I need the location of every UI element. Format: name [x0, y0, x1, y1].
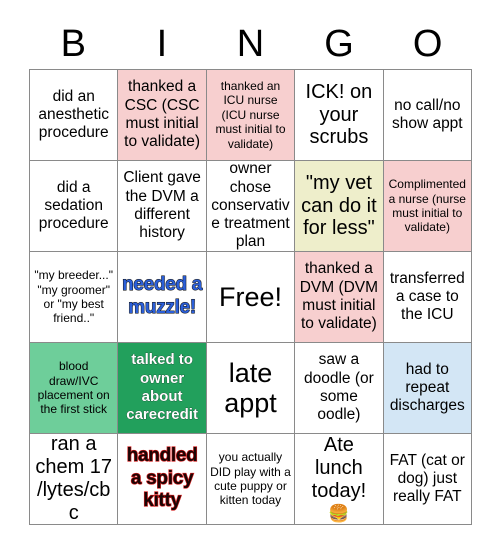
bingo-cell-r4c5[interactable]: had to repeat discharges — [383, 343, 472, 434]
header-letter-o: O — [412, 23, 443, 65]
bingo-cell-text: did an anesthetic procedure — [38, 87, 110, 142]
bingo-cell-r5c3[interactable]: you actually DID play with a cute puppy … — [206, 434, 296, 525]
header-letter-i: I — [156, 23, 168, 65]
bingo-grid: did an anesthetic procedure thanked a CSC… — [29, 69, 472, 525]
bingo-cell-text: thanked a DVM (DVM must initial to valid… — [299, 260, 379, 333]
bingo-cell-r5c5[interactable]: FAT (cat or dog) just really FAT — [383, 434, 472, 525]
bingo-cell-r4c1[interactable]: blood draw/IVC placement on the first st… — [30, 343, 119, 434]
bingo-cell-r2c1[interactable]: did a sedation procedure — [30, 161, 119, 252]
bingo-cell-text: thanked an ICU nurse (ICU nurse must ini… — [215, 79, 286, 151]
bingo-cell-r3c4[interactable]: thanked a DVM (DVM must initial to valid… — [295, 252, 384, 343]
bingo-cell-r1c1[interactable]: did an anesthetic procedure — [30, 70, 119, 161]
bingo-cell-text: "my breeder..." "my groomer" or "my best… — [34, 268, 113, 326]
bingo-cell-r1c5[interactable]: no call/no show appt — [383, 70, 472, 161]
bingo-cell-r5c4[interactable]: Ate lunch today! 🍔 — [295, 434, 384, 525]
bingo-cell-text: handled a spicy kitty — [126, 444, 198, 512]
bingo-cell-r1c2[interactable]: thanked a CSC (CSC must initial to valid… — [118, 70, 207, 161]
bingo-cell-text: FAT (cat or dog) just really FAT — [389, 451, 465, 506]
bingo-cell-text: thanked a CSC (CSC must initial to valid… — [124, 78, 200, 151]
bingo-cell-r4c4[interactable]: saw a doodle (or some oodle) — [295, 343, 384, 434]
bingo-cell-r3c5[interactable]: transferred a case to the ICU — [383, 252, 472, 343]
bingo-cell-text: transferred a case to the ICU — [389, 269, 465, 324]
bingo-cell-r2c3[interactable]: owner chose conservative treatment plan — [206, 161, 296, 252]
bingo-cell-text: ICK! on your scrubs — [305, 80, 373, 149]
header-letter-g: G — [324, 23, 354, 65]
bingo-cell-r2c2[interactable]: Client gave the DVM a different history — [118, 161, 207, 252]
bingo-cell-text: owner chose conservative treatment plan — [211, 161, 290, 251]
hamburger-icon: 🍔 — [328, 503, 350, 523]
bingo-cell-text: Complimented a nurse (nurse must initial… — [388, 177, 466, 235]
bingo-cell-text: late appt — [224, 357, 277, 418]
bingo-cell-r1c4[interactable]: ICK! on your scrubs — [295, 70, 384, 161]
bingo-cell-r2c4[interactable]: "my vet can do it for less" — [295, 161, 384, 252]
bingo-cell-text: blood draw/IVC placement on the first st… — [37, 359, 110, 417]
header-letter-n: N — [236, 23, 265, 65]
bingo-cell-r2c5[interactable]: Complimented a nurse (nurse must initial… — [383, 161, 472, 252]
bingo-cell-text: had to repeat discharges — [389, 360, 465, 415]
bingo-cell-text: talked to owner about carecredit — [126, 351, 198, 424]
bingo-header: B I N G O — [29, 20, 472, 68]
bingo-cell-text: needed a muzzle! — [122, 274, 203, 319]
bingo-cell-r4c3[interactable]: late appt — [206, 343, 296, 434]
bingo-cell-r4c2[interactable]: talked to owner about carecredit — [118, 343, 207, 434]
bingo-cell-text: Ate lunch today! 🍔 — [298, 434, 379, 524]
bingo-cell-r5c2[interactable]: handled a spicy kitty — [118, 434, 207, 525]
bingo-cell-text: saw a doodle (or some oodle) — [303, 351, 374, 424]
bingo-cell-text: "my vet can do it for less" — [301, 171, 377, 240]
bingo-cell-text: ran a chem 17 /lytes/cbc — [35, 434, 113, 524]
bingo-cell-r3c2[interactable]: needed a muzzle! — [118, 252, 207, 343]
bingo-cell-r5c1[interactable]: ran a chem 17 /lytes/cbc — [30, 434, 119, 525]
bingo-card: B I N G O did an anesthetic procedure tha… — [0, 0, 500, 544]
bingo-cell-text: no call/no show appt — [391, 96, 463, 132]
bingo-cell-text: Free! — [218, 281, 282, 312]
bingo-cell-text: did a sedation procedure — [38, 178, 109, 233]
bingo-cell-text: Client gave the DVM a different history — [123, 169, 201, 242]
bingo-cell-r3c3[interactable]: Free! — [206, 252, 296, 343]
bingo-cell-text: you actually DID play with a cute puppy … — [210, 450, 291, 508]
bingo-cell-r1c3[interactable]: thanked an ICU nurse (ICU nurse must ini… — [206, 70, 296, 161]
header-letter-b: B — [60, 23, 86, 65]
bingo-cell-r3c1[interactable]: "my breeder..." "my groomer" or "my best… — [30, 252, 119, 343]
